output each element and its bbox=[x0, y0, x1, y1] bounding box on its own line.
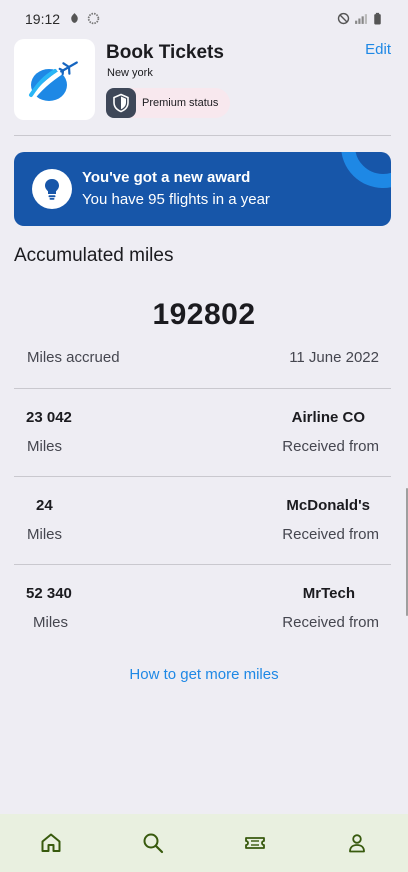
home-icon bbox=[41, 833, 61, 852]
search-icon bbox=[143, 833, 164, 854]
do-not-disturb-icon bbox=[337, 12, 350, 25]
miles-accrued-label: Miles accrued bbox=[27, 349, 120, 366]
premium-status-label: Premium status bbox=[142, 97, 219, 109]
sync-icon bbox=[87, 12, 100, 25]
profile-icon bbox=[349, 834, 365, 853]
signal-icon bbox=[355, 14, 367, 24]
award-text: You have 95 flights in a year bbox=[82, 191, 270, 208]
transaction-received-label: Received from bbox=[282, 614, 379, 631]
transaction-unit: Miles bbox=[27, 526, 63, 543]
app-location: New york bbox=[107, 67, 153, 79]
transaction-unit: Miles bbox=[33, 614, 69, 631]
nav-home[interactable] bbox=[0, 814, 102, 872]
transaction-source: Airline CO bbox=[291, 409, 365, 426]
divider bbox=[14, 135, 391, 136]
shield-icon bbox=[106, 88, 136, 118]
transaction-row[interactable]: 52 340 Miles MrTech Received from bbox=[14, 564, 391, 652]
how-to-get-more-miles-link[interactable]: How to get more miles bbox=[0, 666, 408, 683]
transaction-received-label: Received from bbox=[282, 526, 379, 543]
plane-globe-logo-icon bbox=[28, 60, 78, 101]
app-title: Book Tickets bbox=[106, 42, 224, 63]
transaction-source: McDonald's bbox=[286, 497, 370, 514]
transaction-unit: Miles bbox=[27, 438, 63, 455]
total-miles: 192802 bbox=[152, 298, 256, 331]
bottom-navigation bbox=[0, 814, 408, 872]
nav-profile[interactable] bbox=[306, 814, 408, 872]
banner-decoration bbox=[341, 152, 391, 188]
app-logo bbox=[14, 39, 95, 120]
battery-icon bbox=[374, 12, 381, 25]
transaction-row[interactable]: 23 042 Miles Airline CO Received from bbox=[14, 388, 391, 476]
award-banner[interactable]: You've got a new award You have 95 fligh… bbox=[14, 152, 391, 226]
award-title: You've got a new award bbox=[82, 169, 251, 186]
notification-icon bbox=[71, 13, 78, 23]
transaction-received-label: Received from bbox=[282, 438, 379, 455]
lightbulb-icon bbox=[32, 169, 72, 209]
nav-tickets[interactable] bbox=[204, 814, 306, 872]
transaction-amount: 24 bbox=[36, 497, 53, 514]
premium-status-badge[interactable]: Premium status bbox=[106, 88, 231, 118]
section-title: Accumulated miles bbox=[14, 245, 174, 266]
transaction-amount: 52 340 bbox=[26, 585, 72, 602]
transaction-amount: 23 042 bbox=[26, 409, 72, 426]
ticket-icon bbox=[245, 837, 265, 849]
transaction-source: MrTech bbox=[302, 585, 355, 602]
nav-search[interactable] bbox=[102, 814, 204, 872]
status-bar: 19:12 bbox=[0, 0, 408, 38]
edit-button[interactable]: Edit bbox=[365, 41, 391, 58]
status-time: 19:12 bbox=[25, 11, 61, 27]
transaction-row[interactable]: 24 Miles McDonald's Received from bbox=[14, 476, 391, 564]
miles-accrued-date: 11 June 2022 bbox=[289, 349, 379, 366]
